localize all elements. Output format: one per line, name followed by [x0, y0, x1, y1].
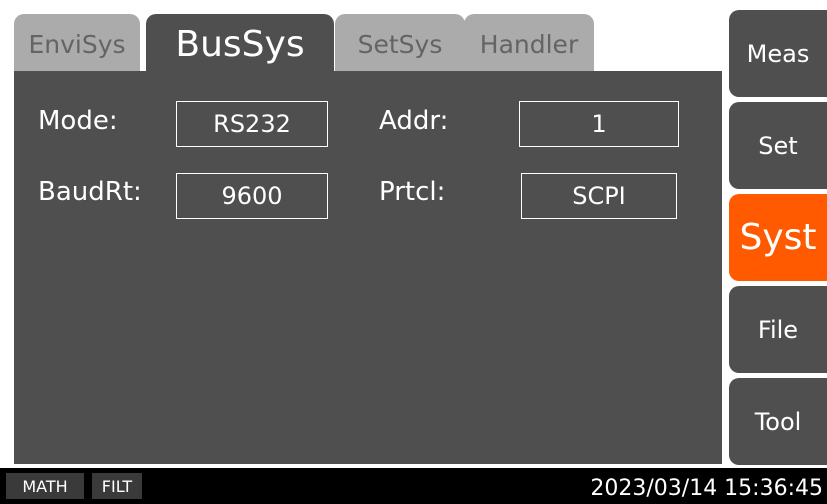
filt-indicator: FILT	[92, 473, 142, 499]
softkey-tool-label: Tool	[754, 407, 802, 436]
protocol-field[interactable]: SCPI	[521, 173, 677, 219]
filt-indicator-label: FILT	[101, 476, 133, 496]
softkey-file[interactable]: File	[729, 286, 827, 373]
mode-label: Mode:	[38, 106, 118, 136]
datetime-display: 2023/03/14 15:36:45	[590, 476, 823, 501]
softkey-syst[interactable]: Syst	[729, 194, 827, 281]
softkey-set[interactable]: Set	[729, 102, 827, 189]
tab-handler-label: Handler	[479, 30, 579, 59]
softkey-tool[interactable]: Tool	[729, 378, 827, 465]
math-indicator-label: MATH	[22, 476, 68, 496]
baudrate-label: BaudRt:	[38, 177, 142, 207]
protocol-value: SCPI	[572, 182, 626, 210]
tab-bussys-label: BusSys	[175, 23, 305, 65]
bus-settings-panel: Mode: RS232 Addr: 1 BaudRt: 9600 Prtcl: …	[14, 71, 722, 464]
tab-setsys[interactable]: SetSys	[335, 14, 465, 71]
tab-envisys-label: EnviSys	[28, 30, 126, 59]
tab-bussys[interactable]: BusSys	[146, 14, 334, 72]
softkey-file-label: File	[757, 315, 799, 344]
softkey-set-label: Set	[758, 131, 798, 160]
protocol-label: Prtcl:	[379, 177, 446, 207]
baudrate-field[interactable]: 9600	[176, 173, 328, 219]
mode-value: RS232	[213, 110, 291, 138]
tab-handler[interactable]: Handler	[464, 14, 594, 71]
mode-field[interactable]: RS232	[176, 101, 328, 147]
addr-field[interactable]: 1	[519, 101, 679, 147]
softkey-syst-label: Syst	[739, 217, 817, 258]
addr-value: 1	[591, 110, 607, 138]
instrument-screen: EnviSys BusSys SetSys Handler Mode: RS23…	[0, 0, 827, 504]
tab-setsys-label: SetSys	[357, 30, 443, 59]
addr-label: Addr:	[379, 106, 449, 136]
softkey-meas[interactable]: Meas	[729, 10, 827, 97]
baudrate-value: 9600	[221, 182, 283, 210]
tab-envisys[interactable]: EnviSys	[14, 14, 140, 71]
softkey-meas-label: Meas	[746, 39, 810, 68]
math-indicator: MATH	[6, 473, 84, 499]
